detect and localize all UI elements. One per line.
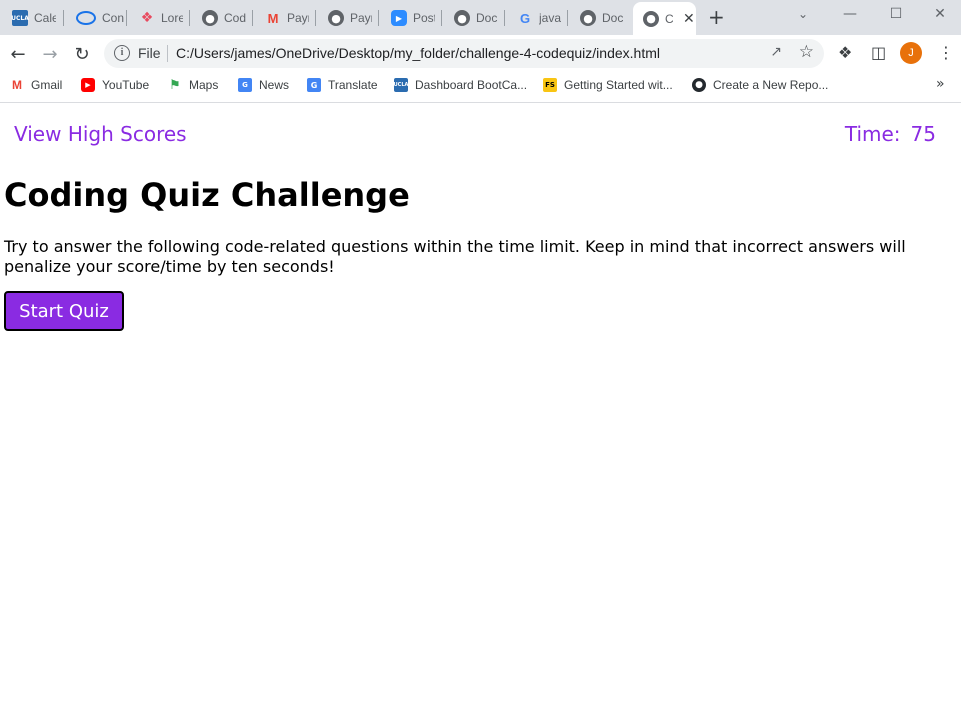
scheme-label: File [138, 45, 161, 61]
info-icon[interactable]: i [114, 45, 130, 61]
new-tab-icon[interactable]: + [708, 7, 725, 27]
bookmark-label: News [259, 78, 290, 92]
tab-title: Payr [287, 11, 309, 25]
menu-icon[interactable]: ⋮ [938, 43, 954, 62]
timer-label: Time: [844, 122, 901, 146]
globe-icon: ● [643, 10, 659, 27]
url-text[interactable]: C:/Users/james/OneDrive/Desktop/my_folde… [176, 45, 660, 61]
tab-strip: UCLA Cale Con ❖ Lore ● Cod M Payr ● Payr… [0, 0, 961, 35]
google-icon: G [519, 10, 531, 26]
bookmark-news[interactable]: G News [238, 78, 289, 92]
maps-icon: ⚑ [169, 77, 181, 93]
tab-title: Cale [34, 11, 56, 25]
bookmarks-bar: M Gmail ▶ YouTube ⚑ Maps G News G Transl… [0, 72, 961, 103]
forward-icon[interactable]: → [37, 41, 63, 67]
lorem-icon: ❖ [140, 10, 154, 26]
bookmark-github[interactable]: ● Create a New Repo... [692, 78, 828, 92]
tab-title: Doc [602, 11, 624, 25]
bookmark-translate[interactable]: G Translate [307, 78, 378, 92]
browser-tab[interactable]: ● Doc [442, 6, 505, 30]
gmail-icon: M [267, 10, 279, 26]
share-icon[interactable]: ↗ [770, 44, 782, 60]
timer-value: 75 [910, 122, 936, 146]
globe-icon: ● [580, 10, 596, 26]
close-tab-icon[interactable]: ✕ [683, 11, 695, 27]
bookmark-label: Translate [328, 78, 378, 92]
tab-title: Post [413, 11, 435, 25]
bookmark-label: Create a New Repo... [713, 78, 829, 92]
quiz-description: Try to answer the following code-related… [4, 237, 906, 276]
address-divider [167, 45, 168, 62]
globe-icon: ● [202, 10, 218, 26]
bookmark-youtube[interactable]: ▶ YouTube [81, 78, 149, 92]
page-title: Coding Quiz Challenge [4, 176, 410, 214]
tab-title: Con [102, 11, 124, 25]
browser-tab-active[interactable]: ● C ✕ [633, 2, 696, 35]
browser-tab[interactable]: G java [505, 6, 568, 30]
tab-title: Payr [350, 11, 372, 25]
tab-title: java [539, 11, 561, 25]
bookmark-getting-started[interactable]: FS Getting Started wit... [543, 78, 673, 92]
news-icon: G [238, 78, 252, 92]
github-icon: ● [692, 78, 706, 92]
chevron-right-icon[interactable]: » [936, 76, 945, 92]
avatar-initial: J [908, 47, 914, 59]
side-panel-icon[interactable]: ◫ [871, 43, 886, 62]
bookmark-label: Maps [189, 78, 219, 92]
bookmark-label: YouTube [102, 78, 150, 92]
avatar[interactable]: J [900, 42, 922, 64]
back-icon[interactable]: ← [5, 41, 31, 67]
address-bar[interactable]: i File C:/Users/james/OneDrive/Desktop/m… [104, 39, 824, 68]
start-quiz-button[interactable]: Start Quiz [4, 291, 124, 331]
globe-icon: ● [454, 10, 470, 26]
browser-toolbar: ← → ↻ i File C:/Users/james/OneDrive/Des… [0, 35, 961, 72]
browser-tab[interactable]: UCLA Cale [0, 6, 64, 30]
canvas-icon [76, 11, 96, 25]
tab-search-icon[interactable]: ⌄ [780, 0, 826, 28]
maximize-icon[interactable]: ☐ [873, 0, 919, 28]
browser-tab[interactable]: M Payr [253, 6, 316, 30]
zoom-icon: ▶ [391, 10, 407, 26]
minimize-icon[interactable]: — [827, 0, 873, 28]
view-high-scores-link[interactable]: View High Scores [14, 122, 187, 146]
extensions-icon[interactable]: ❖ [838, 43, 852, 62]
browser-tab[interactable]: ▶ Post [379, 6, 442, 30]
fs-icon: FS [543, 78, 557, 92]
tab-title: C [665, 11, 673, 26]
timer: Time: 75 [845, 122, 936, 146]
gmail-icon: M [12, 78, 22, 92]
translate-icon: G [307, 78, 321, 92]
browser-tab[interactable]: ● Cod [190, 6, 253, 30]
tab-title: Cod [224, 11, 246, 25]
youtube-icon: ▶ [81, 78, 95, 92]
bookmark-gmail[interactable]: M Gmail [10, 78, 62, 92]
ucla-icon: UCLA [394, 78, 408, 92]
browser-tab[interactable]: ● Payr [316, 6, 379, 30]
page-content: View High Scores Time: 75 Coding Quiz Cha… [0, 103, 961, 719]
browser-tab[interactable]: Con [64, 6, 127, 30]
bookmark-star-icon[interactable]: ☆ [799, 42, 814, 62]
bookmark-label: Getting Started wit... [564, 78, 673, 92]
bookmark-label: Dashboard BootCa... [415, 78, 528, 92]
tab-title: Lore [161, 11, 183, 25]
close-window-icon[interactable]: ✕ [919, 0, 961, 28]
reload-icon[interactable]: ↻ [69, 41, 95, 67]
ucla-icon: UCLA [11, 10, 29, 26]
tab-title: Doc [476, 11, 498, 25]
browser-tab[interactable]: ❖ Lore [127, 6, 190, 30]
globe-icon: ● [328, 10, 344, 26]
bookmark-label: Gmail [31, 78, 63, 92]
browser-tab[interactable]: ● Doc [568, 6, 631, 30]
bookmark-dashboard[interactable]: UCLA Dashboard BootCa... [394, 78, 527, 92]
bookmark-maps[interactable]: ⚑ Maps [168, 77, 219, 93]
